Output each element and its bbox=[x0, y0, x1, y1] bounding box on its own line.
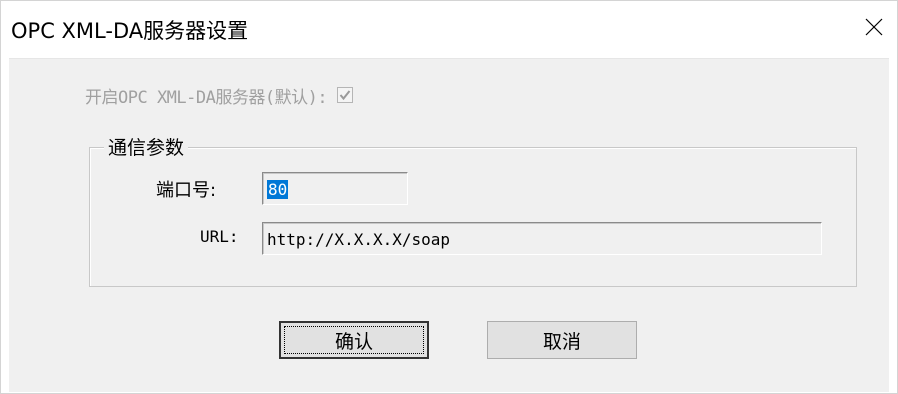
ok-button-label: 确认 bbox=[334, 330, 373, 353]
cancel-button[interactable]: 取消 bbox=[487, 321, 637, 359]
title-bar: OPC XML-DA服务器设置 bbox=[1, 1, 897, 57]
ok-button[interactable]: 确认 bbox=[279, 321, 429, 359]
url-value: http://X.X.X.X/soap bbox=[267, 230, 451, 249]
close-icon bbox=[865, 18, 883, 40]
comm-params-legend: 通信参数 bbox=[104, 133, 189, 160]
enable-server-label: 开启OPC XML-DA服务器(默认): bbox=[85, 87, 328, 108]
check-icon bbox=[339, 90, 351, 101]
dialog-window: OPC XML-DA服务器设置 开启OPC XML-DA服务器(默认): 通信参… bbox=[0, 0, 898, 394]
cancel-button-label: 取消 bbox=[542, 330, 581, 353]
dialog-client-area: 开启OPC XML-DA服务器(默认): 通信参数 端口号: 80 URL: h… bbox=[9, 58, 889, 392]
enable-server-row: 开启OPC XML-DA服务器(默认): bbox=[85, 83, 354, 108]
url-input[interactable]: http://X.X.X.X/soap bbox=[262, 222, 822, 255]
url-label: URL: bbox=[200, 227, 239, 246]
port-value: 80 bbox=[267, 180, 289, 199]
enable-server-checkbox[interactable] bbox=[337, 87, 354, 103]
window-title: OPC XML-DA服务器设置 bbox=[11, 19, 249, 43]
close-button[interactable] bbox=[851, 1, 897, 57]
port-label: 端口号: bbox=[156, 180, 217, 201]
port-input[interactable]: 80 bbox=[262, 172, 408, 205]
comm-params-group: 通信参数 端口号: 80 URL: http://X.X.X.X/soap bbox=[89, 133, 857, 287]
